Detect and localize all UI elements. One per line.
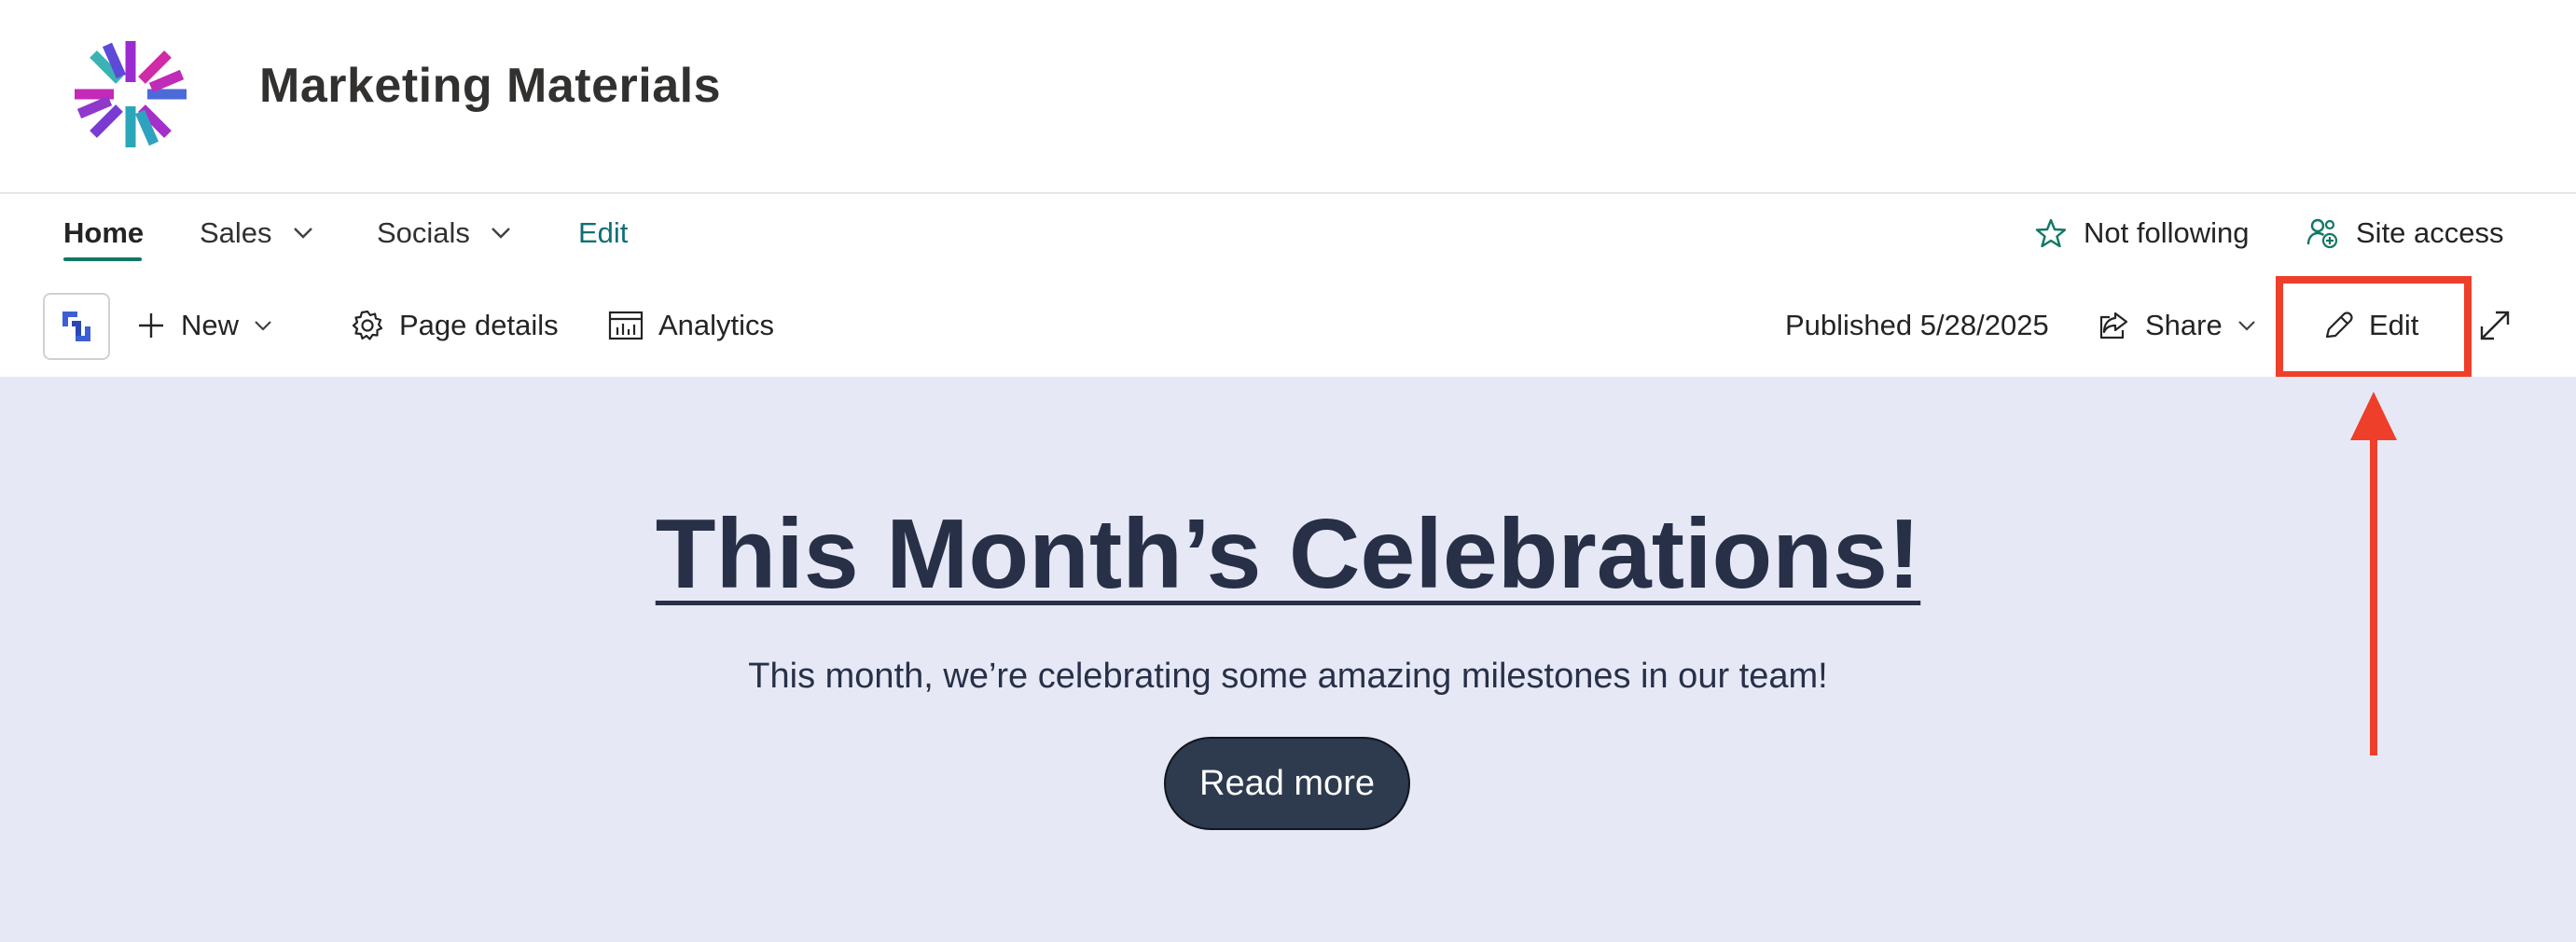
published-label: Published 5/28/2025 [1785,309,2049,341]
share-icon [2099,312,2128,339]
follow-button[interactable]: Not following [2035,216,2249,250]
site-access-button[interactable]: Site access [2306,216,2504,250]
app-launcher-button[interactable] [43,293,110,360]
command-bar: New Page details Analytics Published 5/2… [0,276,2576,379]
nav-item-socials[interactable]: Socials [377,213,511,254]
site-title[interactable]: Marketing Materials [259,58,721,114]
analytics-icon [608,311,644,340]
new-button[interactable]: New [136,304,272,347]
hero-banner: This Month’s Celebrations! This month, w… [0,377,2576,942]
read-more-button[interactable]: Read more [1164,737,1410,830]
gear-icon [352,310,383,340]
site-access-icon [2306,218,2338,249]
analytics-button[interactable]: Analytics [608,304,774,347]
nav-item-label: Sales [200,216,272,249]
nav-item-sales[interactable]: Sales [200,213,313,254]
nav-active-indicator [63,257,142,261]
follow-label: Not following [2084,216,2250,249]
app-launcher-icon [62,312,90,341]
edit-highlight-annotation [2276,276,2472,379]
page-details-button[interactable]: Page details [351,304,559,347]
site-navigation: Home Sales Socials Edit Not following Si… [0,196,2576,272]
plus-icon [139,313,163,338]
chevron-down-icon [255,321,271,331]
share-label: Share [2145,309,2223,341]
star-icon [2035,218,2067,248]
new-label: New [181,309,240,341]
nav-item-label: Home [63,216,145,249]
chevron-down-icon [492,228,510,239]
expand-icon [2480,311,2510,340]
nav-edit-label: Edit [578,216,629,249]
hero-title[interactable]: This Month’s Celebrations! [0,498,2576,611]
chevron-down-icon [2237,321,2255,331]
nav-item-home[interactable]: Home [63,213,144,254]
site-access-label: Site access [2356,216,2504,249]
expand-button[interactable] [2477,304,2513,347]
site-logo[interactable] [65,34,196,155]
page-details-label: Page details [399,309,559,341]
analytics-label: Analytics [658,309,775,341]
share-button[interactable]: Share [2097,304,2256,347]
hero-subtitle: This month, we’re celebrating some amazi… [748,657,1828,696]
published-status: Published 5/28/2025 [1785,304,2049,347]
arrow-annotation-icon [2350,392,2397,755]
nav-item-label: Socials [377,216,470,249]
site-header: Marketing Materials [0,0,2576,194]
nav-edit-link[interactable]: Edit [578,213,628,254]
chevron-down-icon [293,228,312,239]
